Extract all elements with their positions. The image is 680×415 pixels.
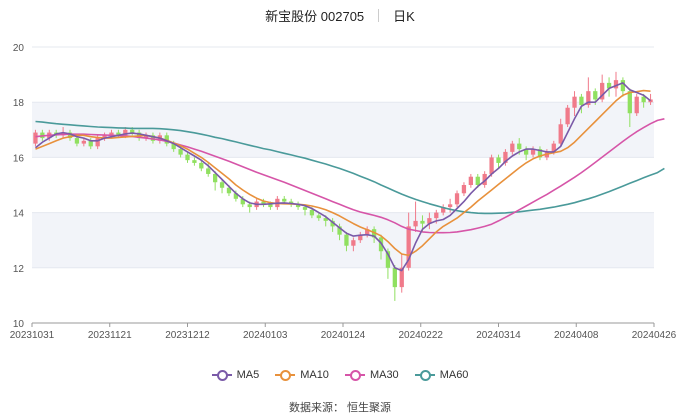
- candle-body: [489, 157, 494, 174]
- x-tick-label: 20240124: [321, 330, 366, 341]
- kline-chart: 10 12 14 16 18 20 20231031 20231121 20231212 2024…: [10, 43, 677, 341]
- candle-body: [309, 209, 315, 216]
- candle-body: [620, 80, 626, 92]
- legend-label-ma10: MA10: [300, 369, 329, 381]
- candle-body: [593, 91, 598, 100]
- candle-body: [420, 220, 425, 224]
- candle-body: [247, 204, 252, 208]
- candle-body: [192, 160, 197, 163]
- x-tick-label: 20240103: [243, 330, 288, 341]
- candle-body: [510, 143, 515, 152]
- legend-item-ma10[interactable]: MA10: [275, 369, 329, 381]
- candle-body: [302, 207, 308, 210]
- y-tick-label: 18: [13, 98, 25, 109]
- x-tick-label: 20231121: [88, 330, 132, 341]
- candle-body: [33, 132, 38, 144]
- candle-body: [351, 240, 356, 246]
- candle-body: [268, 204, 273, 208]
- legend-item-ma60[interactable]: MA60: [414, 369, 469, 381]
- candle-body: [95, 138, 100, 147]
- ma5-legend-icon: [211, 369, 232, 381]
- candle-body: [130, 129, 135, 133]
- candle-body: [392, 267, 397, 288]
- candle-body: [447, 204, 453, 208]
- candle-body: [81, 140, 86, 144]
- candle-body: [88, 140, 93, 147]
- legend-label-ma5: MA5: [236, 369, 260, 381]
- legend-item-ma5[interactable]: MA5: [211, 369, 260, 381]
- y-tick-label: 20: [13, 43, 25, 54]
- chart-legend: MA5 MA10 MA30 MA60: [0, 367, 680, 383]
- x-tick-label: 20240314: [476, 330, 521, 341]
- candle-body: [316, 215, 321, 219]
- x-tick-label: 20231212: [165, 330, 210, 341]
- candle-body: [282, 198, 287, 202]
- legend-label-ma30: MA30: [369, 369, 399, 381]
- y-tick-label: 14: [13, 209, 25, 220]
- candle-body: [634, 96, 639, 114]
- ma60-legend-icon: [414, 369, 435, 381]
- y-tick-label: 10: [13, 319, 25, 330]
- candle-body: [468, 176, 473, 185]
- candle-body: [344, 234, 349, 246]
- candle-body: [627, 91, 632, 114]
- candle-body: [579, 96, 584, 105]
- x-tick-label: 20240426: [632, 330, 677, 341]
- candle-body: [434, 212, 439, 219]
- candle-body: [219, 182, 225, 188]
- candle-body: [565, 107, 570, 125]
- candle-body: [558, 124, 563, 144]
- candle-body: [178, 149, 183, 155]
- candle-body: [185, 154, 190, 161]
- y-tick-label: 16: [13, 153, 25, 164]
- candle-body: [517, 143, 522, 150]
- x-tick-label: 20231031: [10, 330, 55, 341]
- candle-body: [475, 176, 480, 185]
- legend-label-ma60: MA60: [439, 369, 469, 381]
- candle-body: [413, 220, 418, 227]
- candle-body: [572, 96, 577, 108]
- candle-body: [74, 138, 80, 144]
- candle-body: [199, 162, 204, 169]
- candle-body: [206, 168, 211, 174]
- ma30-legend-icon: [344, 369, 365, 381]
- ma10-legend-icon: [275, 369, 296, 381]
- candle-body: [461, 185, 467, 194]
- grid-band: [32, 212, 654, 268]
- y-tick-label: 12: [13, 264, 25, 275]
- legend-item-ma30[interactable]: MA30: [344, 369, 399, 381]
- candle-body: [454, 193, 460, 205]
- x-tick-label: 20240408: [554, 330, 599, 341]
- x-tick-label: 20240222: [399, 330, 444, 341]
- candle-body: [496, 157, 501, 163]
